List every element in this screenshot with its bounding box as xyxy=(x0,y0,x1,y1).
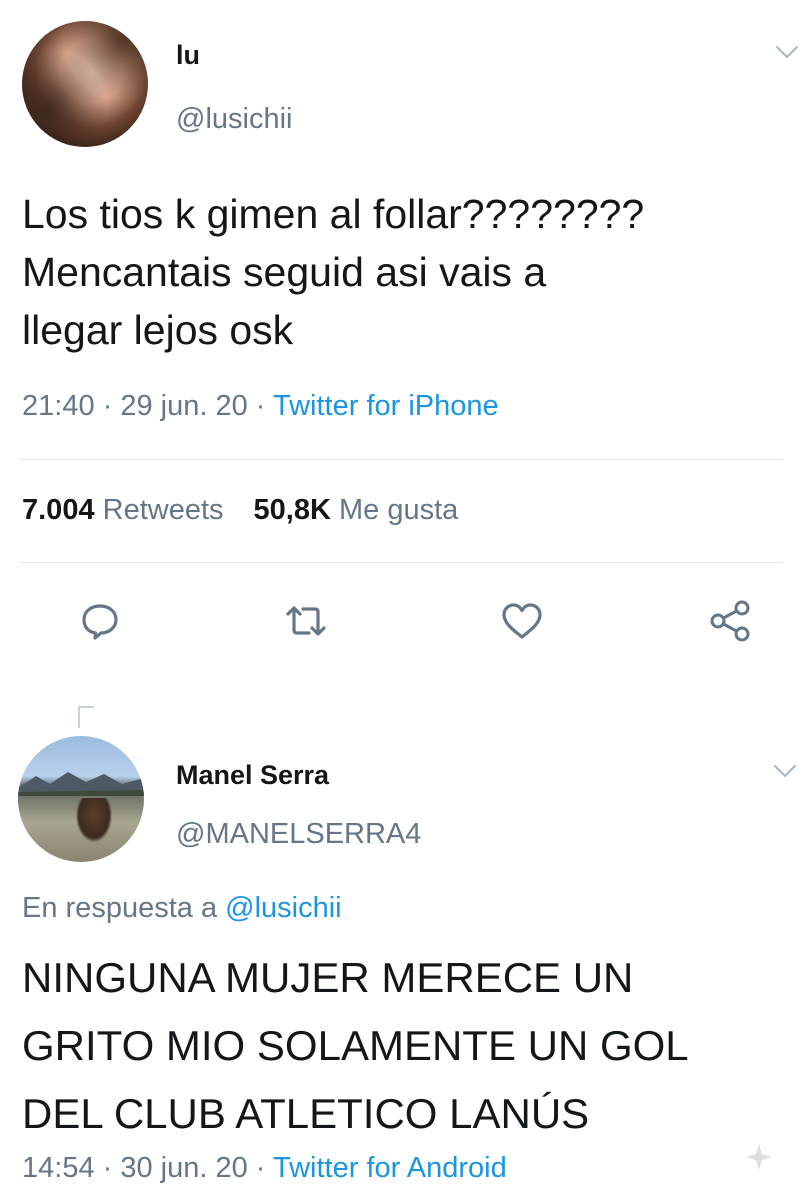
tweet-time[interactable]: 14:54 · 30 jun. 20 · xyxy=(22,1152,273,1184)
reply-icon[interactable] xyxy=(76,597,124,645)
divider xyxy=(20,459,783,460)
retweets-count: 7.004 xyxy=(22,494,95,526)
tweet-timestamp: 21:40 · 29 jun. 20 · Twitter for iPhone xyxy=(22,390,499,423)
retweets-stat[interactable]: 7.004 Retweets xyxy=(22,494,224,527)
avatar-figure xyxy=(76,798,112,842)
reply-prefix: En respuesta a xyxy=(22,892,226,924)
divider xyxy=(20,562,783,563)
avatar-photo xyxy=(22,21,148,147)
tweet-text: NINGUNA MUJER MERECE UN GRITO MIO SOLAME… xyxy=(22,954,689,1137)
likes-label: Me gusta xyxy=(338,494,459,526)
retweets-label: Retweets xyxy=(102,494,224,526)
avatar-photo xyxy=(18,772,144,796)
tweet-screenshot-page: lu @lusichii Los tios k gimen al follar?… xyxy=(0,0,803,1200)
sparkle-icon xyxy=(746,1144,772,1170)
author-handle[interactable]: @MANELSERRA4 xyxy=(176,818,421,851)
tweet-text: Los tios k gimen al follar???????? Menca… xyxy=(22,191,645,353)
avatar[interactable] xyxy=(18,736,144,862)
tweet-stats: 7.004 Retweets 50,8K Me gusta xyxy=(22,494,458,527)
tweet-source[interactable]: Twitter for iPhone xyxy=(273,390,499,422)
author-handle[interactable]: @lusichii xyxy=(176,103,292,136)
likes-count: 50,8K xyxy=(253,494,331,526)
reply-handle-link[interactable]: @lusichii xyxy=(225,892,341,924)
likes-stat[interactable]: 50,8K Me gusta xyxy=(254,494,459,527)
tweet-source[interactable]: Twitter for Android xyxy=(273,1152,507,1184)
author-name[interactable]: lu xyxy=(176,40,200,71)
retweet-icon[interactable] xyxy=(282,597,330,645)
author-name[interactable]: Manel Serra xyxy=(176,760,329,791)
share-icon[interactable] xyxy=(706,597,754,645)
tweet-time[interactable]: 21:40 · 29 jun. 20 · xyxy=(22,390,273,422)
reply-context: En respuesta a @lusichii xyxy=(22,892,342,925)
tweet-timestamp: 14:54 · 30 jun. 20 · Twitter for Android xyxy=(22,1152,507,1185)
original-tweet: lu @lusichii Los tios k gimen al follar?… xyxy=(0,0,803,690)
avatar[interactable] xyxy=(22,21,148,147)
thread-indicator xyxy=(78,706,94,728)
chevron-down-icon[interactable] xyxy=(774,44,800,60)
chevron-down-icon[interactable] xyxy=(772,763,798,779)
like-icon[interactable] xyxy=(498,597,546,645)
